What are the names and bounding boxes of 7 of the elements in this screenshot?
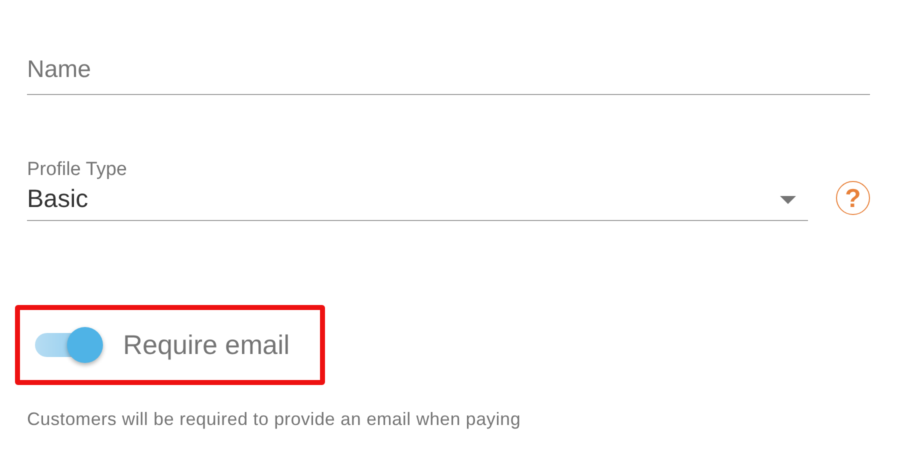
helper-text: Customers will be required to provide an email when paying	[27, 409, 522, 430]
field-label: Profile Type	[27, 159, 128, 181]
caret-icon	[780, 196, 796, 204]
field-value: Basic	[27, 185, 88, 214]
profile-type-dropdown[interactable]: Profile Type Basic	[27, 159, 808, 221]
toggle-label: Require email	[123, 330, 290, 360]
toggle-switch[interactable]	[35, 327, 103, 363]
